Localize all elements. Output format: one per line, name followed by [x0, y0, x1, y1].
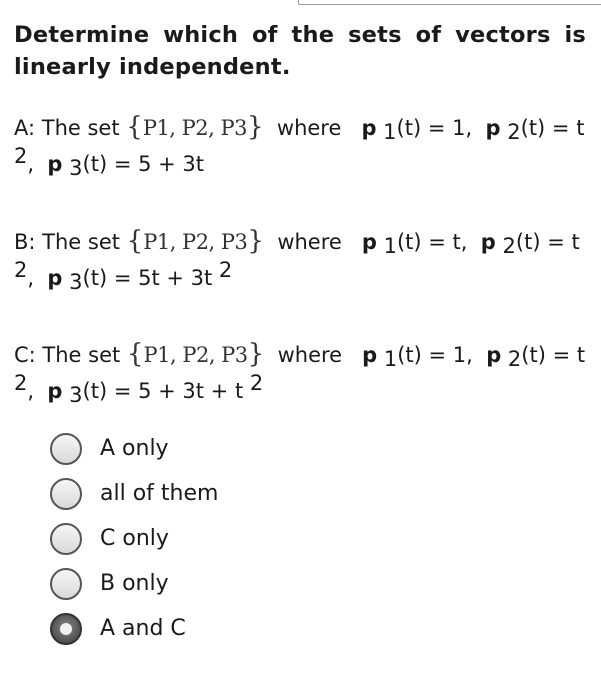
radio-button[interactable]: [50, 567, 82, 600]
p2-symbol: p: [486, 343, 502, 367]
p2-symbol: p: [480, 230, 496, 254]
p2-definition: (t) = t: [515, 230, 580, 254]
question-title-line1: Determine which of the sets of vectors i…: [14, 19, 586, 51]
question-title-line2: linearly independent.: [14, 54, 291, 80]
title-word: of: [415, 22, 442, 48]
radio-button[interactable]: [50, 522, 82, 555]
p1-subscript: 1: [383, 347, 398, 371]
p3-exponent: 2: [218, 258, 233, 282]
set-items: P1, P2, P3: [142, 116, 248, 140]
title-word: Determine: [14, 22, 150, 48]
p2-exponent: 2: [14, 371, 28, 395]
p1-definition: (t) = t,: [396, 230, 468, 254]
answer-label[interactable]: A only: [100, 436, 169, 461]
where-word: where: [276, 116, 342, 140]
p3-subscript: 3: [69, 156, 83, 180]
set-brace-close: }: [247, 339, 265, 369]
set-brace-open: {: [126, 226, 144, 256]
answer-choice[interactable]: A only: [50, 426, 218, 471]
p2-exponent: 2: [14, 144, 28, 168]
radio-button[interactable]: [50, 432, 82, 465]
answer-label[interactable]: C only: [100, 526, 169, 551]
answer-choice[interactable]: all of them: [50, 471, 218, 516]
comma: ,: [27, 152, 35, 176]
p3-exponent: 2: [249, 371, 264, 395]
p3-symbol: p: [47, 152, 63, 176]
p2-definition: (t) = t: [520, 116, 585, 140]
p1-definition: (t) = 1,: [397, 343, 473, 367]
title-word: sets: [348, 22, 402, 48]
answer-choice[interactable]: C only: [50, 516, 218, 561]
p3-symbol: p: [47, 379, 63, 403]
p3-definition: (t) = 5 + 3t: [82, 152, 204, 176]
answer-label[interactable]: B only: [100, 571, 169, 596]
p2-exponent: 2: [14, 258, 28, 282]
set-brace-close: }: [247, 112, 264, 142]
radio-button[interactable]: [50, 477, 82, 510]
set-brace-open: {: [126, 339, 144, 369]
p1-definition: (t) = 1,: [396, 116, 473, 140]
p2-subscript: 2: [507, 120, 521, 144]
p3-definition: (t) = 5 + 3t + t: [82, 379, 244, 403]
where-word: where: [277, 343, 343, 367]
p2-subscript: 2: [507, 347, 522, 371]
title-word: is: [564, 22, 586, 48]
comma: ,: [27, 266, 35, 290]
p1-symbol: p: [361, 116, 377, 140]
p1-subscript: 1: [383, 234, 397, 258]
p3-subscript: 3: [69, 270, 83, 294]
answer-choice[interactable]: A and C: [50, 606, 218, 651]
p3-symbol: p: [47, 266, 63, 290]
option-prefix: B: The set: [14, 230, 120, 254]
title-word: vectors: [455, 22, 551, 48]
p1-subscript: 1: [383, 120, 397, 144]
question-title: Determine which of the sets of vectors i…: [14, 19, 586, 83]
p2-definition: (t) = t: [521, 343, 586, 367]
option-prefix: C: The set: [14, 343, 121, 367]
comma: ,: [27, 379, 35, 403]
answer-choices: A only all of them C only B only A and C: [50, 426, 218, 651]
where-word: where: [277, 230, 342, 254]
p1-symbol: p: [362, 343, 378, 367]
set-brace-close: }: [247, 226, 264, 256]
title-word: the: [291, 22, 335, 48]
radio-button[interactable]: [50, 612, 82, 645]
set-items: P1, P2, P3: [143, 343, 248, 367]
answer-label[interactable]: A and C: [100, 616, 186, 641]
set-items: P1, P2, P3: [143, 230, 248, 254]
p2-subscript: 2: [502, 234, 516, 258]
p3-definition: (t) = 5t + 3t: [82, 266, 213, 290]
answer-input-box[interactable]: [298, 0, 601, 5]
p1-symbol: p: [361, 230, 377, 254]
set-brace-open: {: [126, 112, 143, 142]
answer-choice[interactable]: B only: [50, 561, 218, 606]
p3-subscript: 3: [69, 383, 83, 407]
answer-label[interactable]: all of them: [100, 481, 218, 506]
title-word: which: [163, 22, 239, 48]
title-word: of: [251, 22, 278, 48]
p2-symbol: p: [485, 116, 501, 140]
option-prefix: A: The set: [14, 116, 120, 140]
